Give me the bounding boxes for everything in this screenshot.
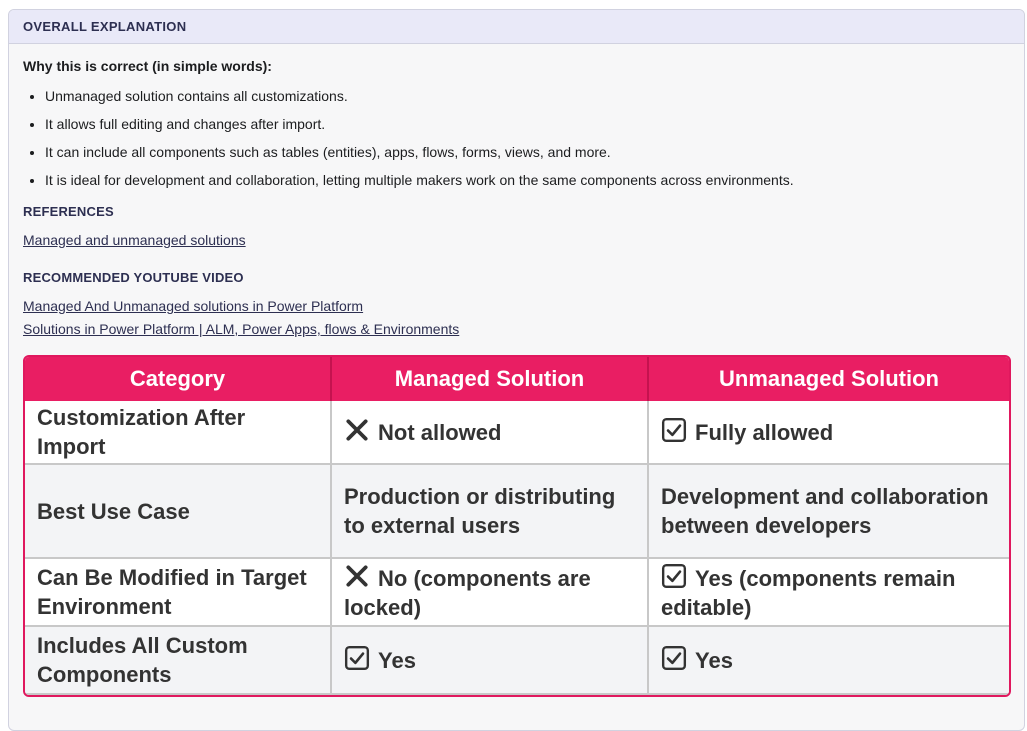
video-label: RECOMMENDED YOUTUBE VIDEO [23,270,244,285]
checkbox-icon [661,417,687,443]
column-header: Category [25,357,332,401]
unmanaged-value: Development and collaboration between de… [661,484,989,538]
category-cell: Includes All Custom Components [25,626,332,695]
x-mark-icon [346,564,368,587]
explanation-panel: OVERALL EXPLANATION Why this is correct … [8,9,1025,731]
unmanaged-cell: Fully allowed [648,401,1009,465]
reference-link[interactable]: Managed and unmanaged solutions [23,229,1010,252]
table-row: Includes All Custom Components Yes Yes [25,626,1009,695]
unmanaged-value: Yes (components remain editable) [661,565,956,620]
checkbox-icon [344,645,370,671]
checkbox-icon [661,645,687,671]
unmanaged-cell: Yes [648,626,1009,695]
managed-value: No (components are locked) [344,565,591,620]
table-row: Best Use Case Production or distributing… [25,464,1009,559]
explanation-points: Unmanaged solution contains all customiz… [23,82,1010,194]
references-label: REFERENCES [23,204,114,219]
explanation-point: It can include all components such as ta… [45,138,1010,166]
panel-header: OVERALL EXPLANATION [9,10,1024,44]
explanation-point: It allows full editing and changes after… [45,110,1010,138]
video-link[interactable]: Managed And Unmanaged solutions in Power… [23,295,1010,318]
column-header: Unmanaged Solution [648,357,1009,401]
managed-cell: Yes [331,626,649,695]
panel-content: Why this is correct (in simple words): U… [9,44,1024,697]
x-mark-icon [346,419,368,441]
table-row: Customization After Import Not allowed F… [25,401,1009,465]
unmanaged-value: Yes [695,648,733,673]
managed-cell: Not allowed [331,401,649,465]
managed-value: Not allowed [378,420,502,445]
checkbox-icon [661,563,687,588]
explanation-point: It is ideal for development and collabor… [45,166,1010,194]
category-cell: Can Be Modified in Target Environment [25,558,332,627]
explanation-point: Unmanaged solution contains all customiz… [45,82,1010,110]
comparison-table-image: Category Managed Solution Unmanaged Solu… [23,355,1011,697]
unmanaged-cell: Development and collaboration between de… [648,464,1009,559]
comparison-table: Category Managed Solution Unmanaged Solu… [25,357,1009,695]
unmanaged-value: Fully allowed [695,420,834,445]
category-cell: Customization After Import [25,401,332,465]
video-link[interactable]: Solutions in Power Platform | ALM, Power… [23,318,1010,341]
managed-cell: No (components are locked) [331,558,649,627]
managed-value: Yes [378,648,416,673]
unmanaged-cell: Yes (components remain editable) [648,558,1009,627]
managed-cell: Production or distributing to external u… [331,464,649,559]
table-header-row: Category Managed Solution Unmanaged Solu… [25,357,1009,401]
table-row: Can Be Modified in Target Environment No… [25,558,1009,627]
managed-value: Production or distributing to external u… [344,484,616,538]
why-heading: Why this is correct (in simple words): [23,58,272,74]
column-header: Managed Solution [331,357,649,401]
category-cell: Best Use Case [25,464,332,559]
